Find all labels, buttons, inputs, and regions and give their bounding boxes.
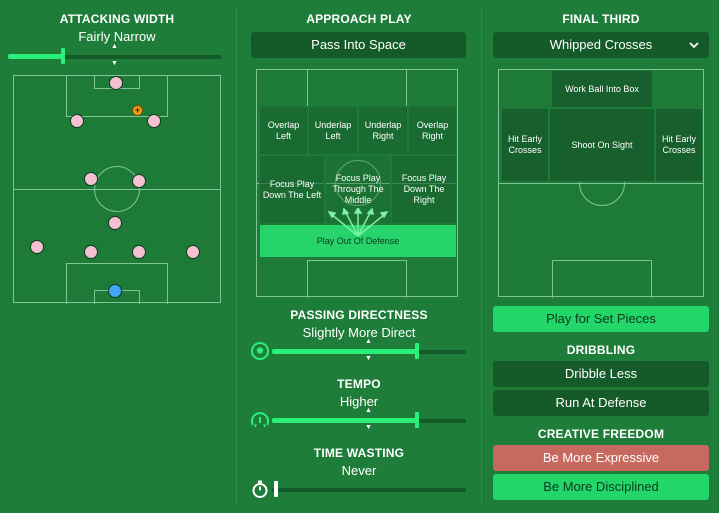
slider-handle[interactable]	[274, 481, 278, 497]
tempo-slider[interactable]: ▲ ▼	[272, 407, 466, 431]
slider-marker-top: ▲	[365, 407, 372, 414]
approach-play-selector[interactable]: Pass Into Space	[251, 32, 466, 58]
zone-focus-right[interactable]: Focus Play Down The Right	[391, 155, 457, 224]
final-third-dropdown[interactable]: Whipped Crosses	[493, 32, 709, 58]
football-icon	[251, 342, 269, 360]
captain-icon: +	[132, 105, 143, 116]
final-third-pitch: Work Ball Into Box Hit Early Crosses Sho…	[498, 69, 704, 298]
column-divider	[481, 8, 482, 505]
be-more-expressive-button[interactable]: Be More Expressive	[493, 445, 709, 471]
pass-direction-arrows-icon	[327, 208, 389, 237]
attacking-width-value: Fairly Narrow	[78, 29, 156, 44]
player-right-attacker[interactable]	[147, 114, 161, 128]
slider-handle[interactable]	[415, 412, 419, 428]
player-left-attacker[interactable]	[70, 114, 84, 128]
player-left-center-back[interactable]	[84, 245, 98, 259]
zone-overlap-right[interactable]: Overlap Right	[408, 106, 457, 155]
player-right-back[interactable]	[186, 245, 200, 259]
slider-marker-bottom: ▼	[365, 424, 372, 431]
creative-freedom-title: CREATIVE FREEDOM	[537, 427, 665, 441]
slider-marker-top: ▲	[365, 338, 372, 345]
chevron-down-icon	[689, 42, 699, 49]
time-wasting-value: Never	[341, 463, 377, 478]
approach-play-pitch: Overlap Left Underlap Left Underlap Righ…	[256, 69, 458, 298]
attacking-width-slider[interactable]: ▲ ▼	[8, 43, 222, 67]
zone-hit-early-crosses-right[interactable]: Hit Early Crosses	[655, 108, 703, 182]
player-striker[interactable]	[109, 76, 123, 90]
center-circle	[94, 166, 140, 212]
attacking-width-title: ATTACKING WIDTH	[59, 12, 175, 26]
stopwatch-icon	[252, 480, 268, 498]
approach-play-panel: APPROACH PLAY Pass Into Space Overlap Le…	[238, 0, 480, 513]
slider-track	[272, 488, 466, 492]
zone-focus-left[interactable]: Focus Play Down The Left	[259, 155, 325, 224]
tempo-value: Higher	[339, 394, 379, 409]
slider-marker-bottom: ▼	[365, 355, 372, 362]
dribble-less-button[interactable]: Dribble Less	[493, 361, 709, 387]
slider-marker-top: ▲	[111, 43, 118, 50]
formation-pitch: +	[13, 75, 221, 304]
player-right-midfielder[interactable]	[132, 174, 146, 188]
zone-shoot-on-sight[interactable]: Shoot On Sight	[549, 108, 655, 182]
speedometer-icon	[251, 412, 269, 428]
final-third-selected: Whipped Crosses	[549, 37, 653, 52]
zone-underlap-left[interactable]: Underlap Left	[308, 106, 358, 155]
player-left-back[interactable]	[30, 240, 44, 254]
player-right-center-back[interactable]	[132, 245, 146, 259]
zone-work-ball-into-box[interactable]: Work Ball Into Box	[551, 70, 653, 108]
column-divider	[236, 8, 237, 505]
zone-hit-early-crosses-left[interactable]: Hit Early Crosses	[501, 108, 549, 182]
tempo-title: TEMPO	[337, 377, 381, 391]
slider-fill	[8, 54, 64, 59]
passing-directness-value: Slightly More Direct	[302, 325, 416, 340]
passing-directness-slider[interactable]: ▲ ▼	[272, 338, 466, 362]
slider-handle[interactable]	[415, 343, 419, 359]
slider-fill	[272, 349, 418, 354]
final-third-panel: FINAL THIRD Whipped Crosses Work Ball In…	[483, 0, 719, 513]
final-third-title: FINAL THIRD	[562, 12, 640, 26]
top-penalty-box	[307, 69, 407, 107]
be-more-disciplined-button[interactable]: Be More Disciplined	[493, 474, 709, 500]
player-left-midfielder[interactable]	[84, 172, 98, 186]
passing-directness-title: PASSING DIRECTNESS	[290, 308, 428, 322]
bottom-penalty-box	[552, 260, 652, 298]
slider-handle[interactable]	[61, 48, 65, 64]
player-goalkeeper[interactable]	[108, 284, 122, 298]
player-defensive-midfielder[interactable]	[108, 216, 122, 230]
time-wasting-slider[interactable]	[272, 479, 466, 499]
slider-marker-bottom: ▼	[111, 60, 118, 67]
time-wasting-title: TIME WASTING	[313, 446, 405, 460]
dribbling-title: DRIBBLING	[566, 343, 636, 357]
zone-overlap-left[interactable]: Overlap Left	[259, 106, 308, 155]
attacking-width-panel: ATTACKING WIDTH Fairly Narrow ▲ ▼ +	[0, 0, 234, 513]
slider-fill	[272, 418, 418, 423]
zone-underlap-right[interactable]: Underlap Right	[358, 106, 408, 155]
run-at-defense-button[interactable]: Run At Defense	[493, 390, 709, 416]
approach-play-title: APPROACH PLAY	[306, 12, 412, 26]
play-for-set-pieces-button[interactable]: Play for Set Pieces	[493, 306, 709, 332]
bottom-penalty-box	[307, 260, 407, 298]
